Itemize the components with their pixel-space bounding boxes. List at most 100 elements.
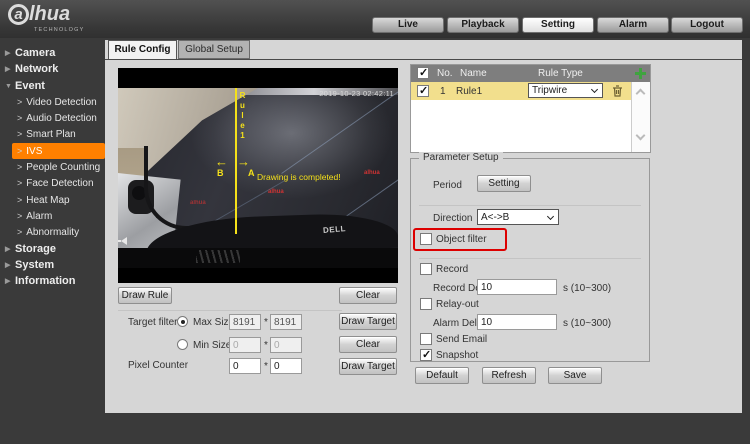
rule-no: 1 <box>440 86 446 97</box>
dahua-logo-mark-icon: a <box>8 4 29 25</box>
direction-dropdown[interactable]: A<->B <box>478 210 558 224</box>
tab-divider <box>105 59 742 60</box>
nav-live-button[interactable]: Live <box>372 17 444 33</box>
brand-text: lhua <box>29 3 70 26</box>
direction-point-b: B <box>217 168 224 178</box>
sidebar-item-label: Event <box>15 80 45 92</box>
pixel-counter-height-input[interactable] <box>270 358 302 374</box>
clear-target-button[interactable]: Clear <box>339 336 397 353</box>
min-size-height-input[interactable] <box>270 337 302 353</box>
param-divider <box>419 205 641 206</box>
sidebar-item-audio-detection[interactable]: > Audio Detection <box>12 110 105 126</box>
pixel-counter-width-input[interactable] <box>229 358 261 374</box>
add-rule-icon[interactable] <box>635 68 646 79</box>
screen-logo: alhua <box>364 170 380 176</box>
sidebar-item-storage[interactable]: ▶Storage <box>0 241 105 257</box>
rule-table: No. Name Rule Type 1 Rule1 Tripwire <box>410 64 651 153</box>
snapshot-checkbox[interactable] <box>420 349 432 361</box>
sidebar-item-alarm[interactable]: >Alarm <box>12 208 105 224</box>
col-rule-type: Rule Type <box>538 68 583 79</box>
triangle-right-icon: ▶ <box>5 46 15 62</box>
angle-right-icon: > <box>17 211 22 221</box>
min-size-radio[interactable] <box>177 339 188 350</box>
sidebar-item-face-detection[interactable]: >Face Detection <box>12 175 105 191</box>
delete-rule-icon[interactable] <box>612 85 623 100</box>
brand-tagline: TECHNOLOGY <box>34 27 85 33</box>
save-button[interactable]: Save <box>548 367 602 384</box>
video-preview-canvas[interactable]: alhua alhua alhua DELL 2019-10-23 02:42:… <box>118 68 398 283</box>
size-separator: * <box>264 340 268 351</box>
tab-global-setup[interactable]: Global Setup <box>178 40 250 59</box>
direction-point-a: A <box>248 168 255 178</box>
direction-arrow-right-icon: → <box>237 155 250 168</box>
sidebar-item-heat-map[interactable]: >Heat Map <box>12 192 105 208</box>
rule-type-dropdown[interactable]: Tripwire <box>529 84 602 97</box>
record-checkbox[interactable] <box>420 263 432 275</box>
rule-row-checkbox[interactable] <box>417 85 429 97</box>
sidebar-item-label: People Counting <box>26 162 100 173</box>
sidebar-item-smart-plan[interactable]: >Smart Plan <box>12 126 105 142</box>
tab-rule-config[interactable]: Rule Config <box>108 40 177 59</box>
nav-alarm-button[interactable]: Alarm <box>597 17 669 33</box>
scroll-down-icon[interactable] <box>636 131 646 141</box>
drawing-status-message: Drawing is completed! <box>257 172 341 182</box>
alarm-delay-suffix: s (10~300) <box>563 318 611 329</box>
sidebar-item-system[interactable]: ▶System <box>0 257 105 273</box>
triangle-right-icon: ▶ <box>5 274 15 290</box>
snapshot-label: Snapshot <box>436 350 478 361</box>
draw-rule-button[interactable]: Draw Rule <box>118 287 172 304</box>
size-separator: * <box>264 361 268 372</box>
period-label: Period <box>433 180 462 191</box>
stand-reflection <box>196 250 240 263</box>
scroll-up-icon[interactable] <box>636 89 646 99</box>
record-label: Record <box>436 264 468 275</box>
angle-right-icon: > <box>17 162 22 172</box>
min-size-width-input[interactable] <box>229 337 261 353</box>
direction-select[interactable]: A<->B <box>477 209 559 225</box>
relay-out-checkbox[interactable] <box>420 298 432 310</box>
record-delay-suffix: s (10~300) <box>563 283 611 294</box>
alarm-delay-input[interactable] <box>477 314 557 330</box>
send-email-checkbox[interactable] <box>420 333 432 345</box>
send-email-label: Send Email <box>436 334 487 345</box>
dahua-settings-page: { "header": { "brand_first": "a", "brand… <box>0 0 750 444</box>
sidebar-item-information[interactable]: ▶Information <box>0 273 105 289</box>
dahua-logo: alhua TECHNOLOGY <box>8 3 85 33</box>
select-all-checkbox[interactable] <box>417 67 429 79</box>
clear-rule-button[interactable]: Clear <box>339 287 397 304</box>
sidebar-item-abnormality[interactable]: >Abnormality <box>12 224 105 240</box>
nav-playback-button[interactable]: Playback <box>447 17 519 33</box>
rule-type-select[interactable]: Tripwire <box>528 83 603 98</box>
sidebar-item-camera[interactable]: ▶Camera <box>0 45 105 61</box>
object-filter-checkbox[interactable] <box>420 233 432 245</box>
sidebar-item-network[interactable]: ▶Network <box>0 61 105 77</box>
screen-logo: alhua <box>268 189 284 195</box>
max-size-width-input[interactable] <box>229 314 261 330</box>
sidebar-item-people-counting[interactable]: > People Counting <box>12 159 105 175</box>
sidebar-item-video-detection[interactable]: >Video Detection <box>12 94 105 110</box>
table-scrollbar[interactable] <box>631 82 650 152</box>
nav-setting-button[interactable]: Setting <box>522 17 594 33</box>
draw-target-pixel-button[interactable]: Draw Target <box>339 358 397 375</box>
sidebar-item-ivs[interactable]: >IVS <box>12 143 105 159</box>
max-size-height-input[interactable] <box>270 314 302 330</box>
sidebar-item-event[interactable]: ▼Event <box>0 78 105 94</box>
nav-logout-button[interactable]: Logout <box>671 17 743 33</box>
rule-table-header: No. Name Rule Type <box>411 65 650 82</box>
sidebar-item-label: Smart Plan <box>26 129 75 140</box>
period-setting-button[interactable]: Setting <box>477 175 531 192</box>
angle-right-icon: > <box>17 195 22 205</box>
rule-table-row[interactable]: 1 Rule1 Tripwire <box>411 82 631 100</box>
sidebar-item-label: IVS <box>26 146 42 157</box>
max-size-radio[interactable] <box>177 316 188 327</box>
refresh-button[interactable]: Refresh <box>482 367 536 384</box>
sidebar-item-label: Audio Detection <box>26 113 97 124</box>
draw-target-max-button[interactable]: Draw Target <box>339 313 397 330</box>
triangle-right-icon: ▶ <box>5 62 15 78</box>
record-delay-input[interactable] <box>477 279 557 295</box>
screen-logo: alhua <box>190 200 206 206</box>
angle-right-icon: > <box>17 113 22 123</box>
triangle-down-icon: ▼ <box>5 79 15 95</box>
default-button[interactable]: Default <box>415 367 469 384</box>
min-size-label: Min Size <box>193 340 231 351</box>
